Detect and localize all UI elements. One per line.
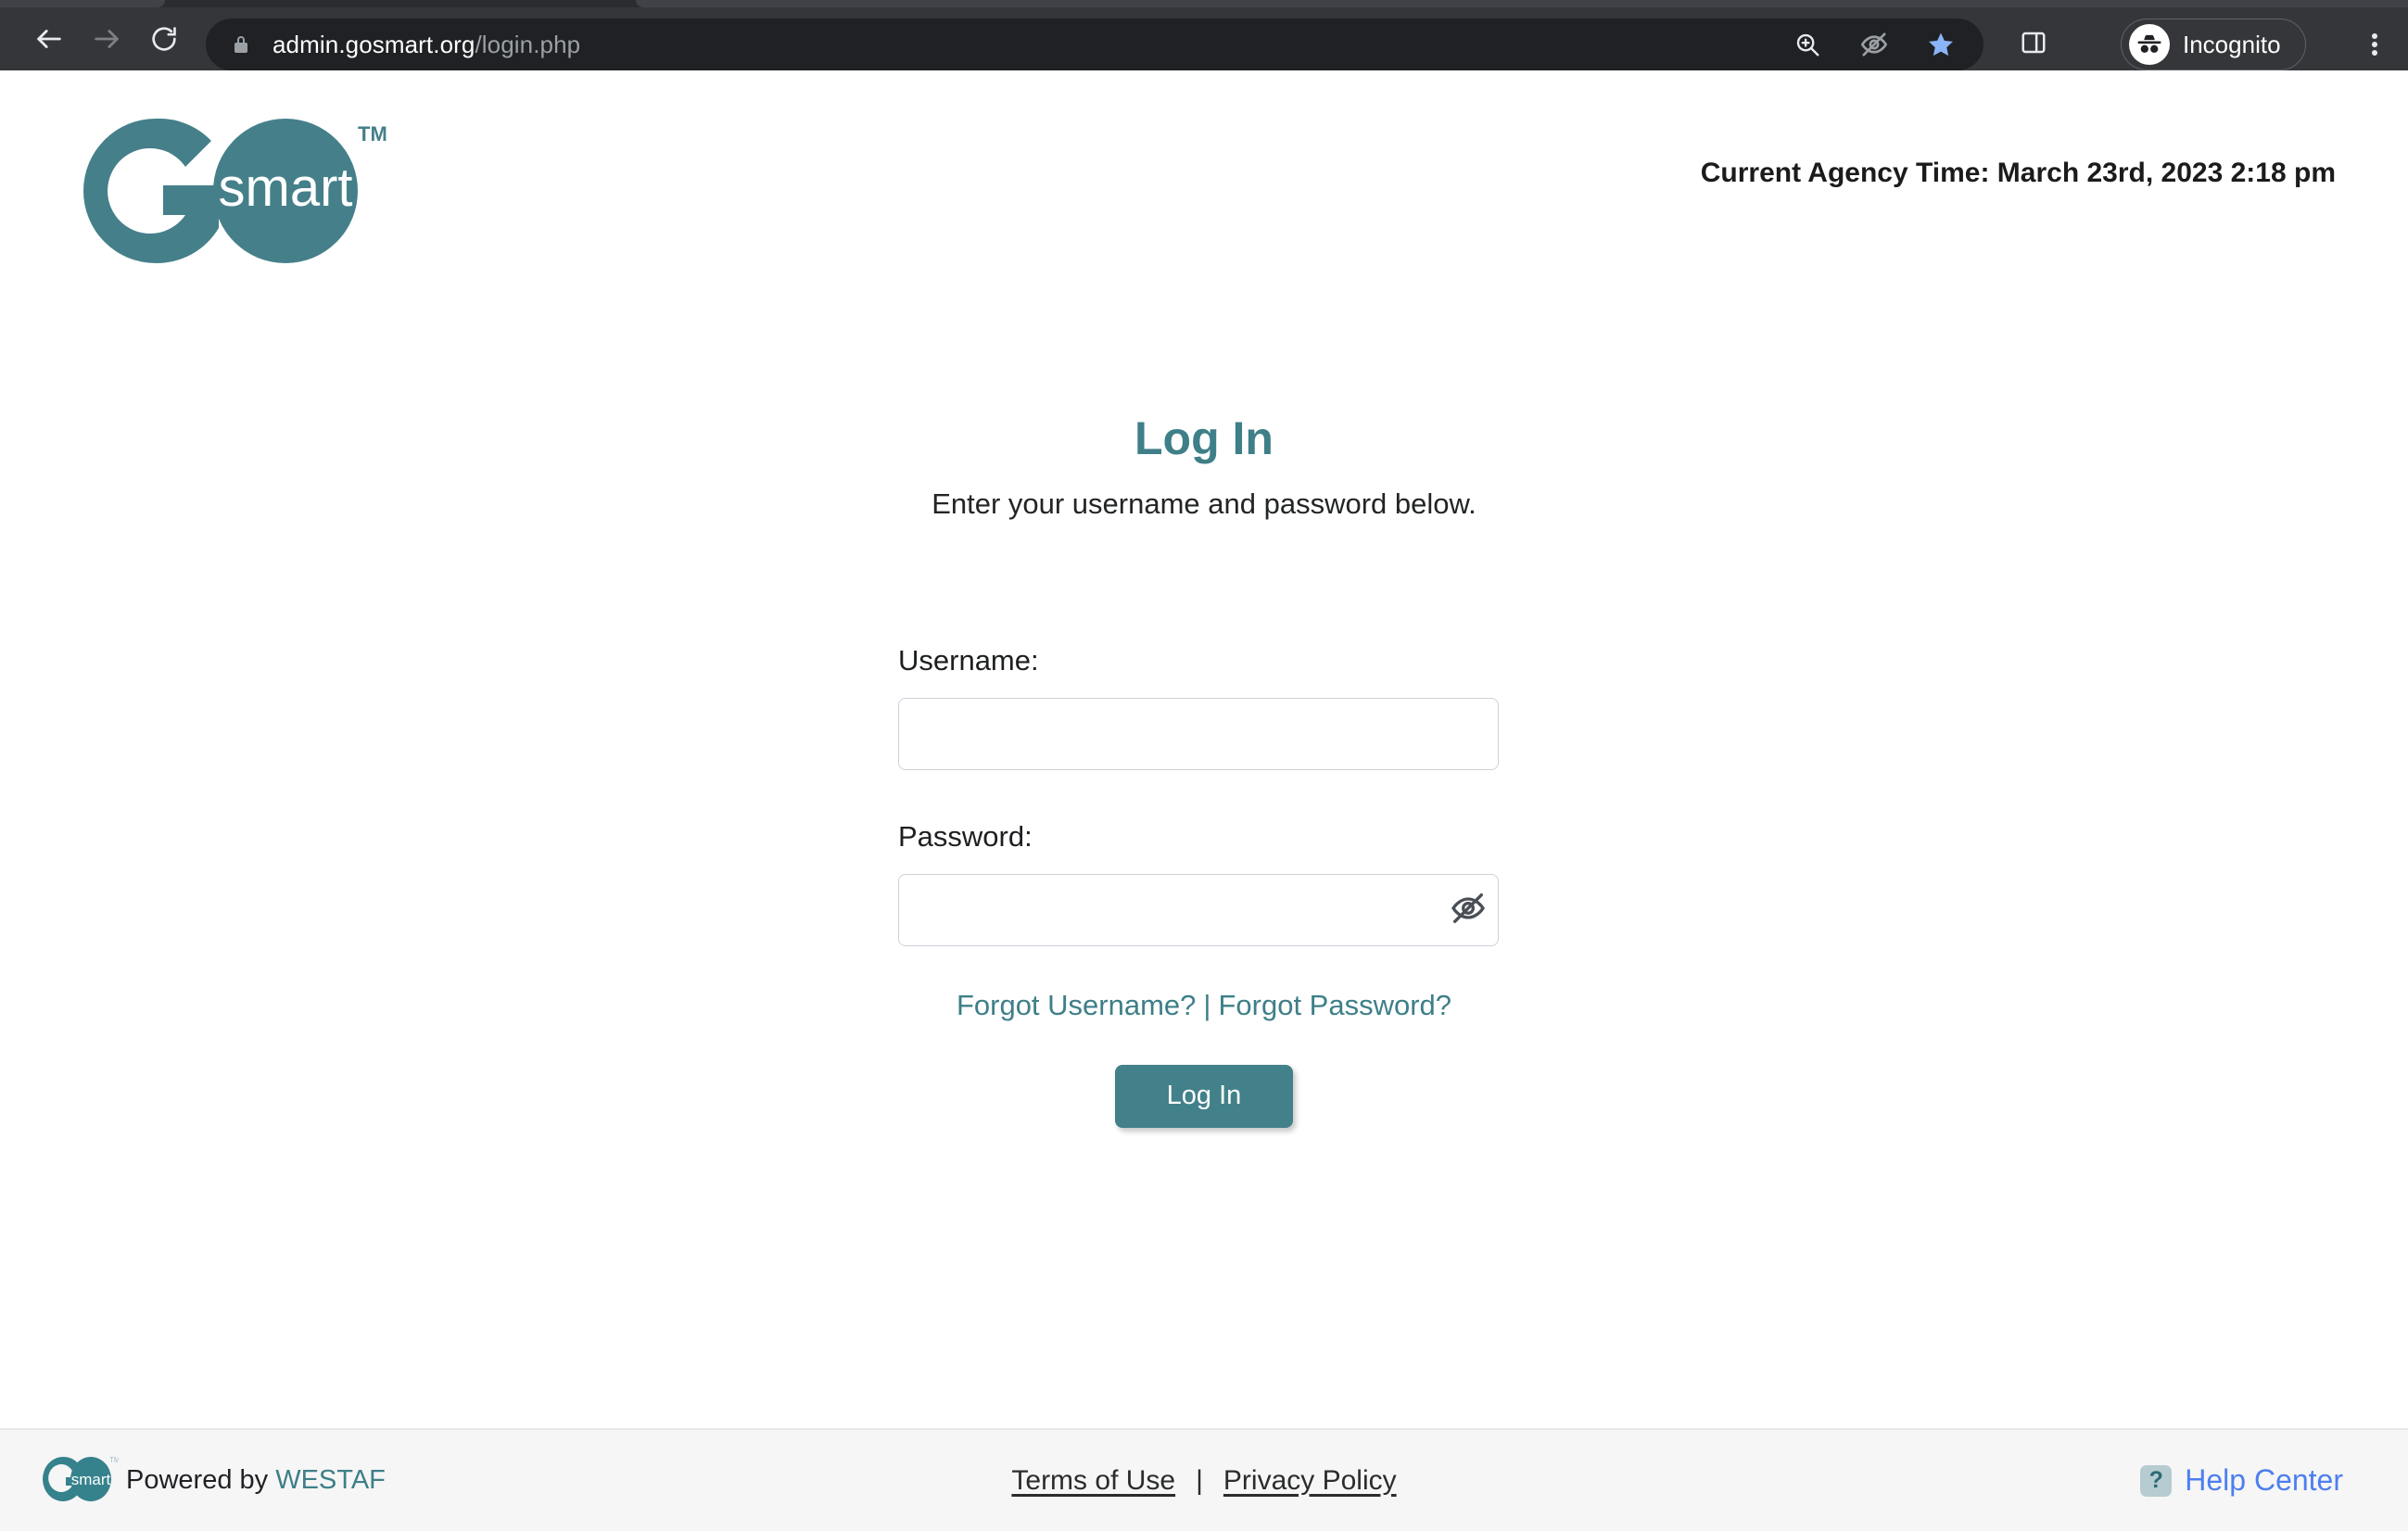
username-label: Username: bbox=[898, 643, 1039, 677]
powered-by-label: Powered by WESTAF bbox=[126, 1465, 386, 1496]
forward-arrow-icon bbox=[91, 23, 122, 55]
reload-icon bbox=[149, 24, 179, 54]
back-arrow-icon bbox=[33, 23, 65, 55]
lock-icon bbox=[230, 32, 252, 57]
password-label: Password: bbox=[898, 819, 1033, 853]
svg-text:smart: smart bbox=[71, 1471, 111, 1488]
browser-toolbar: admin.gosmart.org/login.php Incognito bbox=[0, 7, 2408, 70]
omnibox-actions bbox=[1791, 19, 1958, 70]
page-content: smart TM Current Agency Time: March 23rd… bbox=[0, 70, 2408, 1531]
back-button[interactable] bbox=[20, 10, 78, 68]
forgot-username-link[interactable]: Forgot Username? bbox=[957, 989, 1196, 1021]
terms-of-use-link[interactable]: Terms of Use bbox=[1011, 1465, 1175, 1497]
log-in-button[interactable]: Log In bbox=[1115, 1064, 1293, 1128]
star-icon[interactable] bbox=[1924, 28, 1958, 61]
login-form: Username: Password: Forgot Username? | F… bbox=[898, 644, 1510, 1128]
question-mark-icon: ? bbox=[2140, 1464, 2173, 1497]
gosmart-footer-logo-icon: smart TM bbox=[43, 1453, 120, 1508]
helper-links: Forgot Username? | Forgot Password? bbox=[898, 989, 1510, 1022]
password-field-wrapper bbox=[898, 873, 1510, 946]
three-dot-menu-icon[interactable] bbox=[2354, 24, 2395, 65]
tab-strip bbox=[0, 0, 2408, 7]
url-domain: admin.gosmart.org bbox=[272, 30, 475, 58]
westaf-brand: WESTAF bbox=[275, 1465, 386, 1495]
help-center-link[interactable]: ? Help Center bbox=[2140, 1463, 2343, 1498]
gosmart-logo: smart TM bbox=[63, 108, 415, 274]
eye-off-icon bbox=[1450, 890, 1487, 930]
url-path: /login.php bbox=[475, 30, 581, 58]
privacy-policy-link[interactable]: Privacy Policy bbox=[1223, 1465, 1397, 1497]
agency-time-label: Current Agency Time: March 23rd, 2023 2:… bbox=[1700, 158, 2336, 188]
login-subtitle: Enter your username and password below. bbox=[932, 487, 1476, 520]
incognito-label: Incognito bbox=[2183, 30, 2281, 58]
eye-off-icon[interactable] bbox=[1857, 28, 1891, 61]
svg-text:smart: smart bbox=[219, 158, 353, 218]
footer-link-separator: | bbox=[1196, 1464, 1203, 1496]
password-input[interactable] bbox=[898, 873, 1499, 946]
username-input[interactable] bbox=[898, 697, 1499, 770]
forgot-password-link[interactable]: Forgot Password? bbox=[1218, 989, 1451, 1021]
footer-links: Terms of Use | Privacy Policy bbox=[1011, 1465, 1396, 1497]
forward-button[interactable] bbox=[78, 10, 135, 68]
browser-tab[interactable] bbox=[636, 0, 2408, 7]
login-submit-wrapper: Log In bbox=[898, 1064, 1510, 1128]
side-panel-icon bbox=[2020, 29, 2047, 61]
browser-chrome: admin.gosmart.org/login.php Incognito bbox=[0, 0, 2408, 70]
address-bar[interactable]: admin.gosmart.org/login.php bbox=[206, 19, 1983, 70]
powered-by-prefix: Powered by bbox=[126, 1465, 276, 1495]
zoom-in-icon[interactable] bbox=[1791, 28, 1824, 61]
page-footer: smart TM Powered by WESTAF Terms of Use … bbox=[0, 1428, 2408, 1531]
login-card: Log In Enter your username and password … bbox=[898, 413, 1510, 1128]
page-title: Log In bbox=[1134, 412, 1274, 464]
toggle-password-visibility-button[interactable] bbox=[1447, 889, 1489, 931]
side-panel-button[interactable] bbox=[2013, 24, 2054, 65]
help-center-label: Help Center bbox=[2185, 1463, 2343, 1497]
incognito-profile-button[interactable]: Incognito bbox=[2121, 19, 2306, 70]
browser-tab[interactable] bbox=[0, 0, 165, 7]
incognito-icon bbox=[2129, 24, 2170, 65]
reload-button[interactable] bbox=[135, 10, 193, 68]
svg-text:TM: TM bbox=[109, 1456, 119, 1464]
username-field-wrapper bbox=[898, 697, 1510, 770]
page-header: smart TM Current Agency Time: March 23rd… bbox=[0, 70, 2408, 348]
url-text: admin.gosmart.org/login.php bbox=[272, 31, 580, 59]
svg-text:TM: TM bbox=[358, 122, 387, 146]
link-separator: | bbox=[1203, 988, 1211, 1021]
footer-brand: smart TM Powered by WESTAF bbox=[43, 1453, 386, 1508]
